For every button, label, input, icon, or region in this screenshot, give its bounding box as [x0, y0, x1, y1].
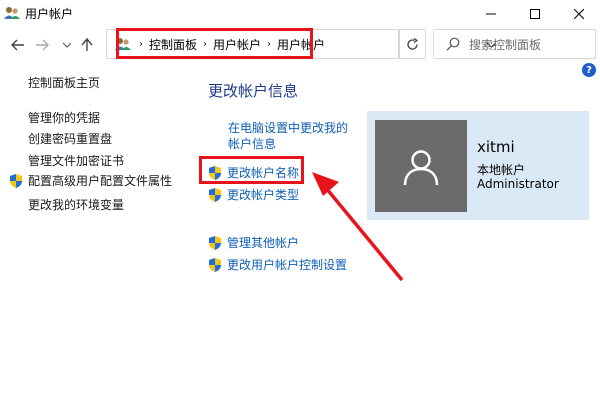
recent-locations-button[interactable] [58, 35, 76, 55]
uac-shield-icon [209, 235, 221, 250]
refresh-button[interactable] [399, 29, 426, 59]
chevron-down-icon [63, 42, 71, 48]
search-box[interactable]: 搜索控制面板 [433, 29, 596, 59]
maximize-button[interactable] [516, 0, 554, 27]
user-accounts-window: 用户帐户 › 控制面板 › 用户帐户 › 用户帐户 搜索控制面板 ? 控制面板主… [0, 0, 600, 403]
arrow-up-icon [81, 38, 93, 51]
user-card: xitmi 本地帐户 Administrator [367, 111, 589, 220]
account-role: Administrator [477, 177, 559, 191]
arrow-left-icon [11, 39, 24, 51]
uac-shield-icon [209, 187, 221, 202]
link-pc-settings[interactable]: 在电脑设置中更改我的 [228, 119, 348, 136]
maximize-icon [530, 8, 540, 19]
link-manage-other-accounts[interactable]: 管理其他帐户 [207, 234, 299, 251]
uac-shield-icon [10, 173, 22, 188]
link-label: 更改帐户类型 [227, 188, 300, 202]
user-silhouette-icon [403, 150, 439, 186]
highlight-breadcrumb-box [116, 28, 313, 59]
minimize-icon [486, 13, 496, 14]
up-button[interactable] [78, 35, 96, 55]
link-change-account-type[interactable]: 更改帐户类型 [207, 186, 299, 203]
sidebar-item-manage-encryption-certs[interactable]: 管理文件加密证书 [28, 152, 124, 169]
link-uac-settings[interactable]: 更改用户帐户控制设置 [207, 256, 347, 273]
page-title: 更改帐户信息 [208, 82, 299, 100]
close-button[interactable] [560, 0, 598, 27]
sidebar-item-create-reset-disk[interactable]: 创建密码重置盘 [28, 130, 112, 147]
users-icon [4, 7, 20, 19]
close-icon [574, 8, 584, 19]
sidebar-item-manage-credentials[interactable]: 管理你的凭据 [28, 109, 100, 126]
sidebar-item-control-panel-home[interactable]: 控制面板主页 [28, 74, 100, 91]
arrow-right-icon [36, 39, 49, 51]
refresh-icon [407, 37, 419, 50]
highlight-change-name-box [199, 156, 304, 184]
window-title: 用户帐户 [25, 7, 74, 21]
search-placeholder: 搜索控制面板 [469, 38, 542, 52]
title-bar: 用户帐户 [0, 0, 600, 27]
sidebar-item-advanced-profile[interactable]: 配置高级用户配置文件属性 [8, 172, 172, 189]
link-pc-settings-line2[interactable]: 帐户信息 [228, 135, 276, 152]
sidebar-item-env-variables[interactable]: 更改我的环境变量 [28, 196, 124, 213]
back-button[interactable] [9, 35, 27, 55]
uac-shield-icon [209, 257, 221, 272]
search-icon [446, 37, 460, 51]
sidebar-item-label: 配置高级用户配置文件属性 [28, 174, 173, 188]
avatar [375, 120, 467, 212]
account-type: 本地帐户 [477, 163, 526, 177]
link-label: 管理其他帐户 [227, 236, 300, 250]
link-label: 更改用户帐户控制设置 [227, 258, 348, 272]
minimize-button[interactable] [472, 0, 510, 27]
help-icon[interactable]: ? [582, 63, 596, 77]
user-name: xitmi [477, 138, 515, 156]
forward-button[interactable] [33, 35, 51, 55]
